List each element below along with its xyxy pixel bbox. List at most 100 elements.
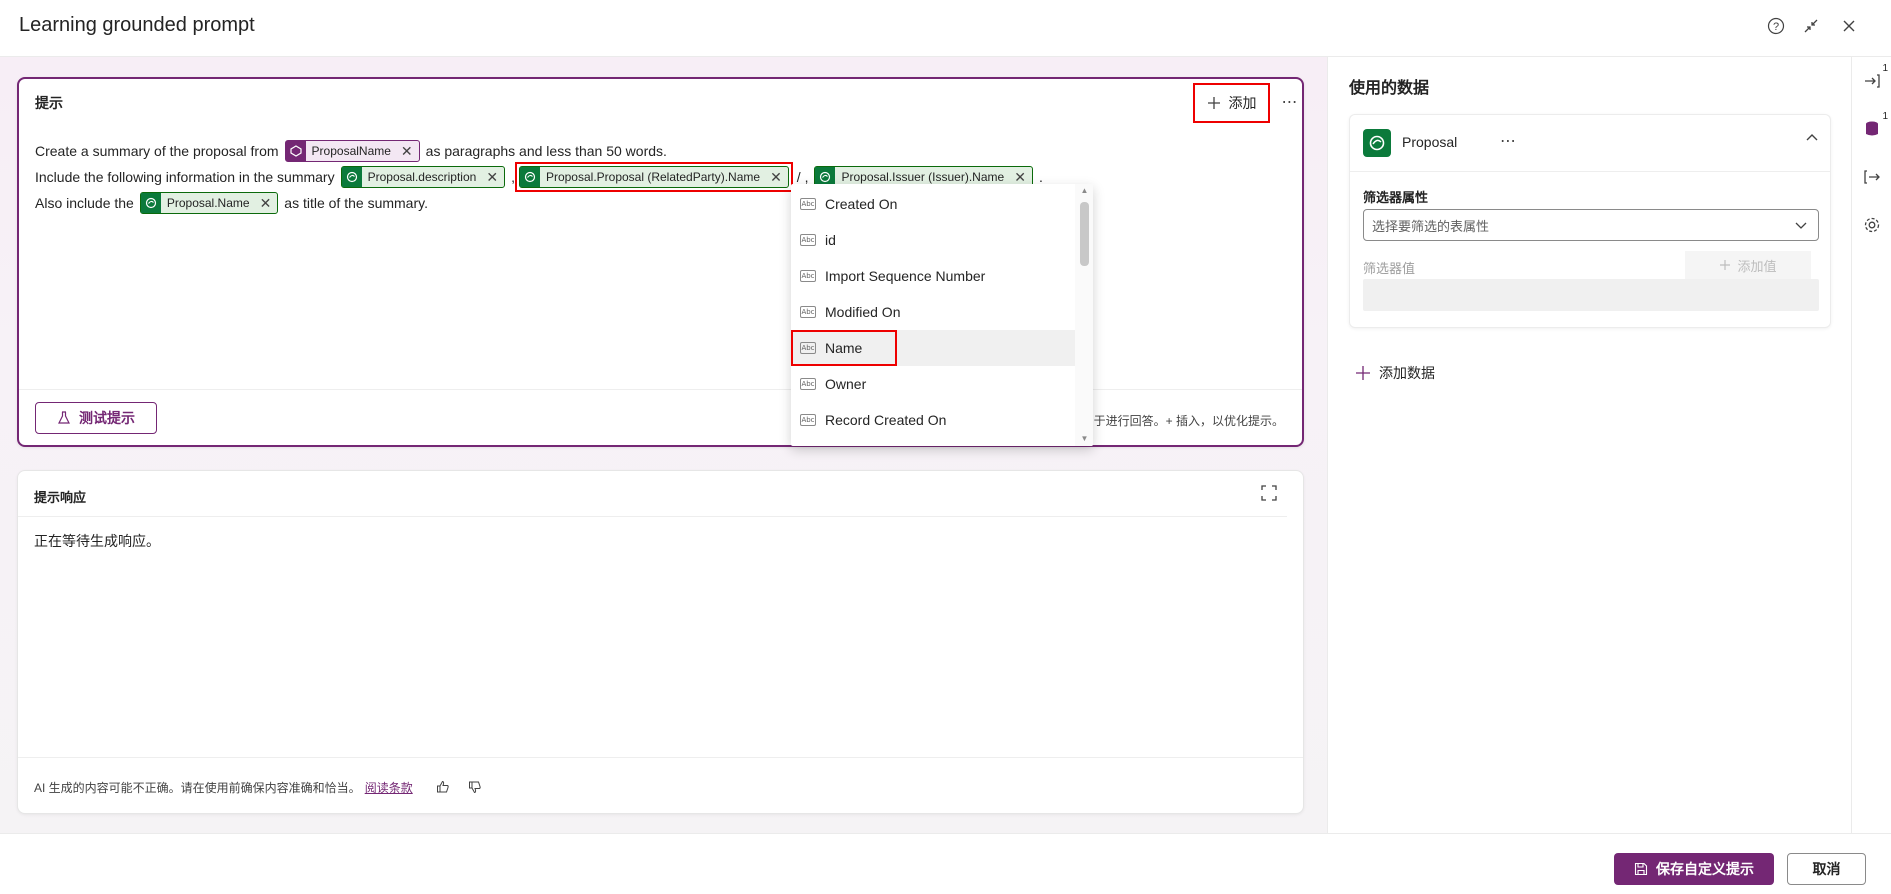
dialog-title: Learning grounded prompt (19, 14, 255, 36)
response-divider (18, 516, 1287, 517)
response-card: 提示响应 正在等待生成响应。 AI 生成的内容可能不正确。请在使用前确保内容准确… (17, 470, 1304, 814)
dropdown-item-label: Record Created On (825, 412, 947, 428)
input-count-badge: 1 (1882, 63, 1888, 74)
remove-chip-icon[interactable]: ✕ (770, 164, 782, 190)
dropdown-item-import-sequence-number[interactable]: Abc Import Sequence Number (791, 258, 1075, 294)
collapse-icon[interactable] (1799, 14, 1823, 38)
save-button-label: 保存自定义提示 (1656, 861, 1754, 877)
chip-label: Proposal.Proposal (RelatedParty).Name (545, 170, 761, 184)
prompt-line-1: Create a summary of the proposal from Pr… (35, 138, 1285, 164)
highlight-box: Proposal.Proposal (RelatedParty).Name ✕ (514, 162, 793, 192)
input-icon[interactable]: 1 (1860, 63, 1888, 93)
chip-label: ProposalName (311, 144, 391, 158)
close-icon[interactable] (1837, 14, 1861, 38)
data-source-more-button[interactable]: ⋯ (1500, 131, 1516, 151)
prompt-line-1-post: as paragraphs and less than 50 words. (425, 143, 667, 159)
text-field-icon: Abc (800, 306, 816, 318)
chevron-down-icon (1795, 222, 1807, 229)
text-field-icon: Abc (800, 414, 816, 426)
disclaimer-text: AI 生成的内容可能不正确。请在使用前确保内容准确和恰当。 (34, 780, 361, 795)
plus-icon (1720, 260, 1731, 270)
dropdown-item-label: Created On (825, 196, 898, 212)
input-chip-relatedparty[interactable]: Proposal.Proposal (RelatedParty).Name ✕ (518, 164, 789, 190)
data-source-card: Proposal ⋯ 筛选器属性 选择要筛选的表属性 筛选器值 添加值 (1349, 114, 1831, 328)
chip-label: Proposal.description (367, 170, 477, 184)
text-field-icon: Abc (800, 234, 816, 246)
text-field-icon: Abc (800, 378, 816, 390)
response-footer-divider (18, 757, 1303, 758)
scroll-down-icon[interactable]: ▼ (1080, 434, 1089, 443)
dropdown-item-owner[interactable]: Abc Owner (791, 366, 1075, 402)
dropdown-item-created-on[interactable]: Abc Created On (791, 186, 1075, 222)
prompt-line-3: Also include the Proposal.Name ✕ as titl… (35, 190, 1285, 216)
scroll-up-icon[interactable]: ▲ (1080, 186, 1089, 195)
add-button[interactable]: 添加 (1193, 83, 1270, 123)
test-prompt-button[interactable]: 测试提示 (35, 402, 157, 434)
add-data-button[interactable]: 添加数据 (1355, 363, 1435, 383)
add-button-label: 添加 (1228, 95, 1257, 111)
text-field-icon: Abc (800, 198, 816, 210)
input-chip-description[interactable]: Proposal.description ✕ (340, 164, 506, 190)
prompt-line-3-pre: Also include the (35, 195, 134, 211)
data-panel-title: 使用的数据 (1349, 80, 1430, 97)
chevron-up-icon[interactable] (1805, 131, 1819, 148)
prompt-line-1-pre: Create a summary of the proposal from (35, 143, 279, 159)
dropdown-item-label: id (825, 232, 836, 248)
remove-chip-icon[interactable]: ✕ (401, 138, 413, 164)
add-value-button[interactable]: 添加值 (1685, 251, 1811, 279)
settings-icon[interactable] (1860, 213, 1884, 237)
dropdown-item-name[interactable]: Abc Name (791, 330, 1075, 366)
prompt-card-title: 提示 (35, 95, 63, 111)
filter-attribute-select[interactable]: 选择要筛选的表属性 (1363, 209, 1819, 241)
dropdown-item-modified-on[interactable]: Abc Modified On (791, 294, 1075, 330)
help-icon[interactable]: ? (1764, 14, 1788, 38)
text-field-icon: Abc (800, 270, 816, 282)
cancel-button[interactable]: 取消 (1787, 853, 1866, 885)
data-panel: 使用的数据 Proposal ⋯ 筛选器属性 选择要筛选的表属性 筛选器值 添加… (1327, 57, 1851, 833)
remove-chip-icon[interactable]: ✕ (486, 164, 498, 190)
svg-text:?: ? (1773, 21, 1779, 33)
response-card-title: 提示响应 (34, 490, 87, 505)
ai-disclaimer: AI 生成的内容可能不正确。请在使用前确保内容准确和恰当。 阅读条款 (34, 777, 485, 797)
dropdown-item-label: Modified On (825, 304, 901, 320)
more-options-button[interactable]: ⋯ (1275, 87, 1305, 117)
remove-chip-icon[interactable]: ✕ (260, 190, 272, 216)
input-variable-icon (285, 141, 306, 161)
prompt-text[interactable]: Create a summary of the proposal from Pr… (35, 138, 1285, 216)
filter-value-input[interactable] (1363, 279, 1819, 311)
filter-attribute-placeholder: 选择要筛选的表属性 (1372, 218, 1490, 234)
dataverse-icon (140, 193, 161, 213)
dropdown-item-label: Import Sequence Number (825, 268, 986, 284)
expand-icon[interactable] (1261, 485, 1277, 504)
dataverse-icon (341, 167, 362, 187)
output-icon[interactable] (1860, 165, 1884, 189)
scrollbar-thumb[interactable] (1080, 202, 1089, 266)
save-custom-prompt-button[interactable]: 保存自定义提示 (1614, 853, 1774, 885)
text-field-icon: Abc (800, 342, 816, 354)
dropdown-item-label: Name (825, 340, 863, 356)
chip-label: Proposal.Name (166, 196, 250, 210)
flask-icon (58, 411, 70, 424)
input-chip-name[interactable]: Proposal.Name ✕ (139, 190, 279, 216)
add-value-label: 添加值 (1737, 258, 1777, 274)
input-chip-proposalname[interactable]: ProposalName ✕ (284, 138, 420, 164)
thumbs-up-icon[interactable] (433, 777, 453, 797)
data-count-badge: 1 (1882, 111, 1888, 122)
dropdown-scrollbar[interactable]: ▲ ▼ (1075, 184, 1093, 446)
filter-attribute-label: 筛选器属性 (1363, 190, 1429, 205)
plus-icon (1356, 366, 1370, 380)
dialog-footer: 保存自定义提示 取消 (0, 833, 1891, 894)
dropdown-item-id[interactable]: Abc id (791, 222, 1075, 258)
save-icon (1634, 862, 1648, 876)
database-icon[interactable]: 1 (1860, 111, 1888, 141)
data-source-name: Proposal (1402, 134, 1458, 150)
add-data-label: 添加数据 (1379, 365, 1435, 381)
filter-value-label: 筛选器值 (1363, 261, 1416, 276)
terms-link[interactable]: 阅读条款 (365, 779, 413, 796)
prompt-card: 提示 添加 ⋯ Create a summary of the proposal… (17, 77, 1304, 447)
thumbs-down-icon[interactable] (465, 777, 485, 797)
dropdown-item-record-created-on[interactable]: Abc Record Created On (791, 402, 1075, 438)
plus-icon (1207, 97, 1220, 109)
attribute-dropdown: Abc Created On Abc id Abc Import Sequenc… (791, 184, 1093, 446)
prompt-line-3-post: as title of the summary. (284, 195, 428, 211)
